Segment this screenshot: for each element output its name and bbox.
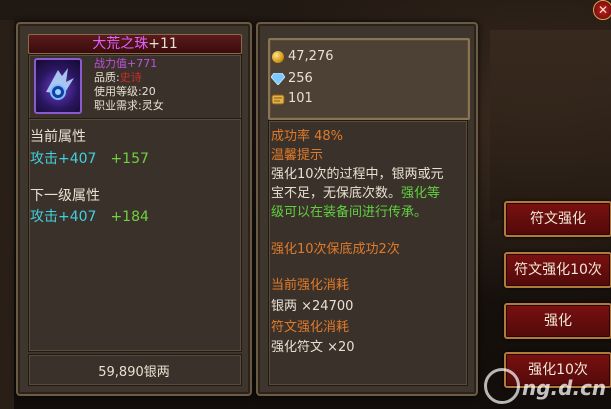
rune-consume-title: 符文强化消耗 [271,320,350,335]
guarantee-text: 强化10次保底成功2次 [271,242,400,257]
use-level: 使用等级:20 [94,85,156,98]
current-attack: 攻击+407 [30,151,97,167]
item-level: +11 [148,36,178,52]
next-attack-row: 攻击+407 +184 [30,206,149,226]
quality-value: 史诗 [119,71,142,84]
rune-consume: 强化符文 ×20 [271,340,355,355]
background-decor [490,30,611,220]
next-attack: 攻击+407 [30,209,97,225]
tip-line-1: 强化10次的过程中，银两或元 [271,167,444,182]
next-bonus: +184 [110,209,149,225]
scroll-amount: 101 [288,91,313,106]
background-edge [0,20,14,409]
silver-consume: 银两 ×24700 [271,299,354,314]
tip-line-2: 宝不足，无保底次数。强化等 [271,185,465,202]
tip-line-2a: 宝不足，无保底次数。 [271,186,402,201]
orb-item-icon[interactable] [34,58,82,114]
gold-amount: 47,276 [288,49,334,64]
item-title: 大荒之珠+11 [28,34,242,54]
power-value: 战力值+771 [94,57,158,70]
diamond-amount: 256 [288,71,313,86]
item-name: 大荒之珠 [92,36,149,52]
success-rate: 成功率 48% [271,129,344,144]
gold-coin-icon [272,51,284,63]
quality-row: 品质:史诗 [94,71,164,85]
current-attack-row: 攻击+407 +157 [30,148,149,168]
scroll-icon [271,94,285,105]
silver-cost: 59,890银两 [98,365,170,380]
tip-title: 温馨提示 [271,148,324,163]
close-button[interactable]: ✕ [593,0,611,20]
enhance-button[interactable]: 强化 [504,303,611,339]
item-stats: 战力值+771 品质:史诗 使用等级:20 职业需求:灵女 [94,57,164,113]
current-bonus: +157 [110,151,149,167]
watermark-logo-icon [484,368,520,404]
current-attrs-title: 当前属性 [30,129,86,145]
watermark: ng.d.cn [478,362,611,404]
rune-enhance-button[interactable]: 符文强化 [504,201,611,237]
item-panel: 大荒之珠+11 战力值+771 品质:史诗 使用等级:20 职业需求:灵女 当前… [16,22,252,396]
diamond-icon [271,73,285,85]
quality-label: 品质: [94,71,120,84]
next-attrs-title: 下一级属性 [30,188,100,204]
tip-line-3: 级可以在装备间进行传承。 [271,205,428,220]
tip-line-2b: 强化等 [401,186,441,201]
consume-title: 当前强化消耗 [271,278,350,293]
class-requirement: 职业需求:灵女 [94,99,164,112]
watermark-text: ng.d.cn [522,376,607,400]
enhance-info-panel: 47,276 256 101 成功率 48% 温馨提示 强化10次的过程中，银两… [256,22,478,396]
rune-enhance-10-button[interactable]: 符文强化10次 [504,252,611,288]
